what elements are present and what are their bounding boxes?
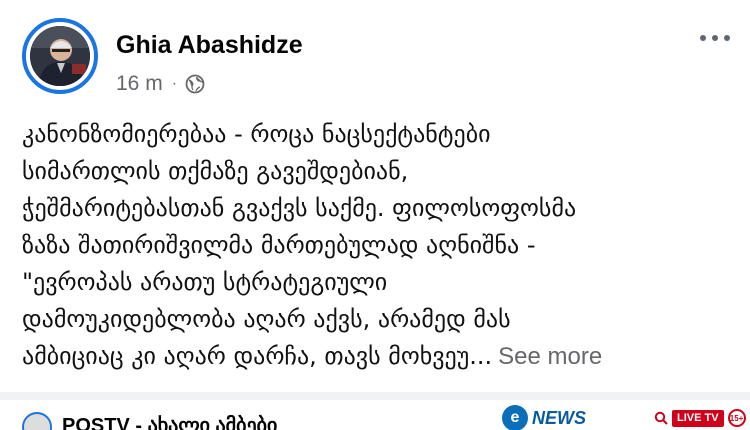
post-text-line: ამბიციაც კი აღარ დარჩა, თავს მოხვეუ... <box>22 342 493 370</box>
post-text-line: ზაზა შათირიშვილმა მართებულად აღნიშნა - <box>22 231 536 259</box>
globe-icon <box>185 74 205 94</box>
post-timestamp[interactable]: 16 m <box>116 72 163 96</box>
channel-logo-mark: e <box>502 405 528 430</box>
post-text-line: "ევროპას არათუ სტრატეგიული <box>22 268 388 296</box>
post-author-name[interactable]: Ghia Abashidze <box>116 30 303 60</box>
post-text-line: კანონზომიერებაა - როცა ნაცსექტანტები <box>22 120 491 148</box>
live-tv-badge: LIVE TV <box>672 409 724 427</box>
next-post-avatar[interactable] <box>22 412 52 430</box>
post-meta: 16 m · <box>116 72 205 96</box>
avatar[interactable] <box>30 26 90 86</box>
feed-post: Ghia Abashidze 16 m · კანონზომიერებაა - … <box>0 0 750 392</box>
post-text-line-last: ამბიციაც კი აღარ დარჩა, თავს მოხვეუ... Se… <box>22 338 737 375</box>
next-feed-post: POSTV - ახალი ამბები e NEWS LIVE TV 15+ <box>0 400 750 430</box>
meta-separator: · <box>171 75 178 92</box>
post-text-line: სიმართლის თქმაზე გავეშდებიან, <box>22 157 409 185</box>
avatar-photo <box>30 26 90 86</box>
search-icon <box>654 411 668 425</box>
channel-logo-text: NEWS <box>532 407 586 428</box>
see-more-link[interactable]: See more <box>498 343 602 370</box>
post-text-line: დამოუკიდებლობა აღარ აქვს, არამედ მას <box>22 305 511 333</box>
more-horizontal-icon[interactable] <box>700 28 730 48</box>
post-body-text: კანონზომიერებაა - როცა ნაცსექტანტები სიმ… <box>22 116 737 375</box>
channel-logo: e NEWS <box>502 405 586 430</box>
feed-divider <box>0 392 750 400</box>
author-avatar-ring[interactable] <box>22 18 98 94</box>
next-post-author-name[interactable]: POSTV - ახალი ამბები <box>62 413 277 430</box>
post-text-line: ჭეშმარიტებასთან გვაქვს საქმე. ფილოსოფოსმ… <box>22 194 577 222</box>
age-rating-badge: 15+ <box>727 409 746 427</box>
live-tv-badge-group: LIVE TV 15+ <box>654 409 746 427</box>
